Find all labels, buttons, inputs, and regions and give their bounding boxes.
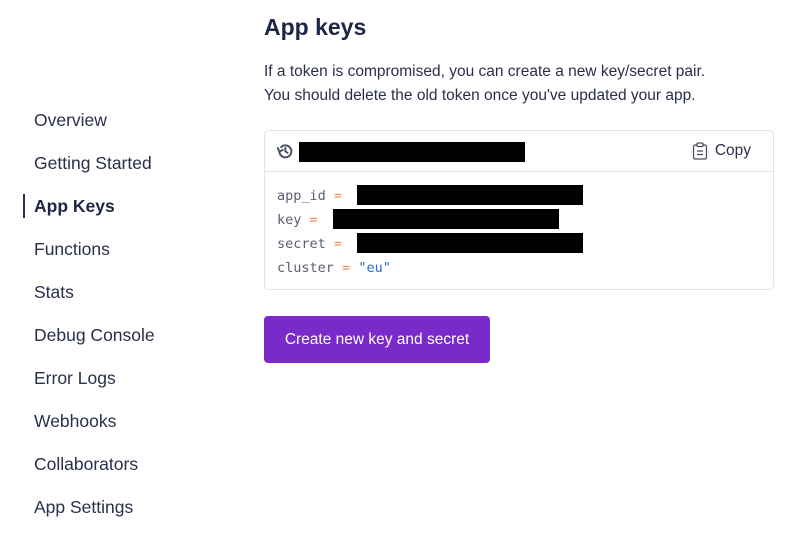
description-line: If a token is compromised, you can creat…: [264, 63, 706, 80]
sidebar-item-error-logs[interactable]: Error Logs: [34, 367, 116, 389]
code-key: app_id: [277, 188, 326, 204]
sidebar-item-stats[interactable]: Stats: [34, 281, 74, 303]
code-line-cluster: cluster = "eu": [277, 256, 391, 280]
sidebar-item-functions[interactable]: Functions: [34, 238, 110, 260]
page-description: If a token is compromised, you can creat…: [264, 60, 705, 108]
code-key: secret: [277, 236, 326, 252]
code-operator: =: [342, 260, 351, 276]
sidebar-nav: Overview Getting Started App Keys Functi…: [0, 0, 240, 537]
sidebar-item-app-settings[interactable]: App Settings: [34, 496, 133, 518]
clipboard-icon: [692, 142, 707, 160]
redacted-key: [333, 209, 559, 229]
create-new-key-button[interactable]: Create new key and secret: [264, 316, 490, 363]
code-value-cluster: "eu": [358, 260, 391, 276]
app-keys-card: Copy app_id = key = secret = cluster = "…: [264, 130, 774, 290]
page: Overview Getting Started App Keys Functi…: [0, 0, 810, 537]
card-header: Copy: [265, 131, 773, 172]
redacted-app-id: [357, 185, 583, 205]
page-title: App keys: [264, 14, 367, 40]
sidebar-item-webhooks[interactable]: Webhooks: [34, 410, 116, 432]
sidebar-item-getting-started[interactable]: Getting Started: [34, 152, 152, 174]
copy-label: Copy: [714, 142, 751, 159]
sidebar-item-debug-console[interactable]: Debug Console: [34, 324, 155, 346]
sidebar-item-collaborators[interactable]: Collaborators: [34, 453, 138, 475]
description-line: You should delete the old token once you…: [264, 87, 696, 104]
code-key: cluster: [277, 260, 334, 276]
redacted-secret: [357, 233, 583, 253]
code-operator: =: [333, 236, 343, 252]
code-key: key: [277, 212, 302, 228]
code-operator: =: [333, 188, 343, 204]
sidebar-item-app-keys[interactable]: App Keys: [34, 195, 115, 217]
copy-button[interactable]: Copy: [692, 141, 751, 161]
history-icon: [276, 144, 293, 159]
active-nav-indicator: [23, 194, 25, 218]
code-operator: =: [309, 212, 318, 228]
redacted-token-name: [299, 142, 525, 162]
sidebar-item-overview[interactable]: Overview: [34, 109, 107, 131]
